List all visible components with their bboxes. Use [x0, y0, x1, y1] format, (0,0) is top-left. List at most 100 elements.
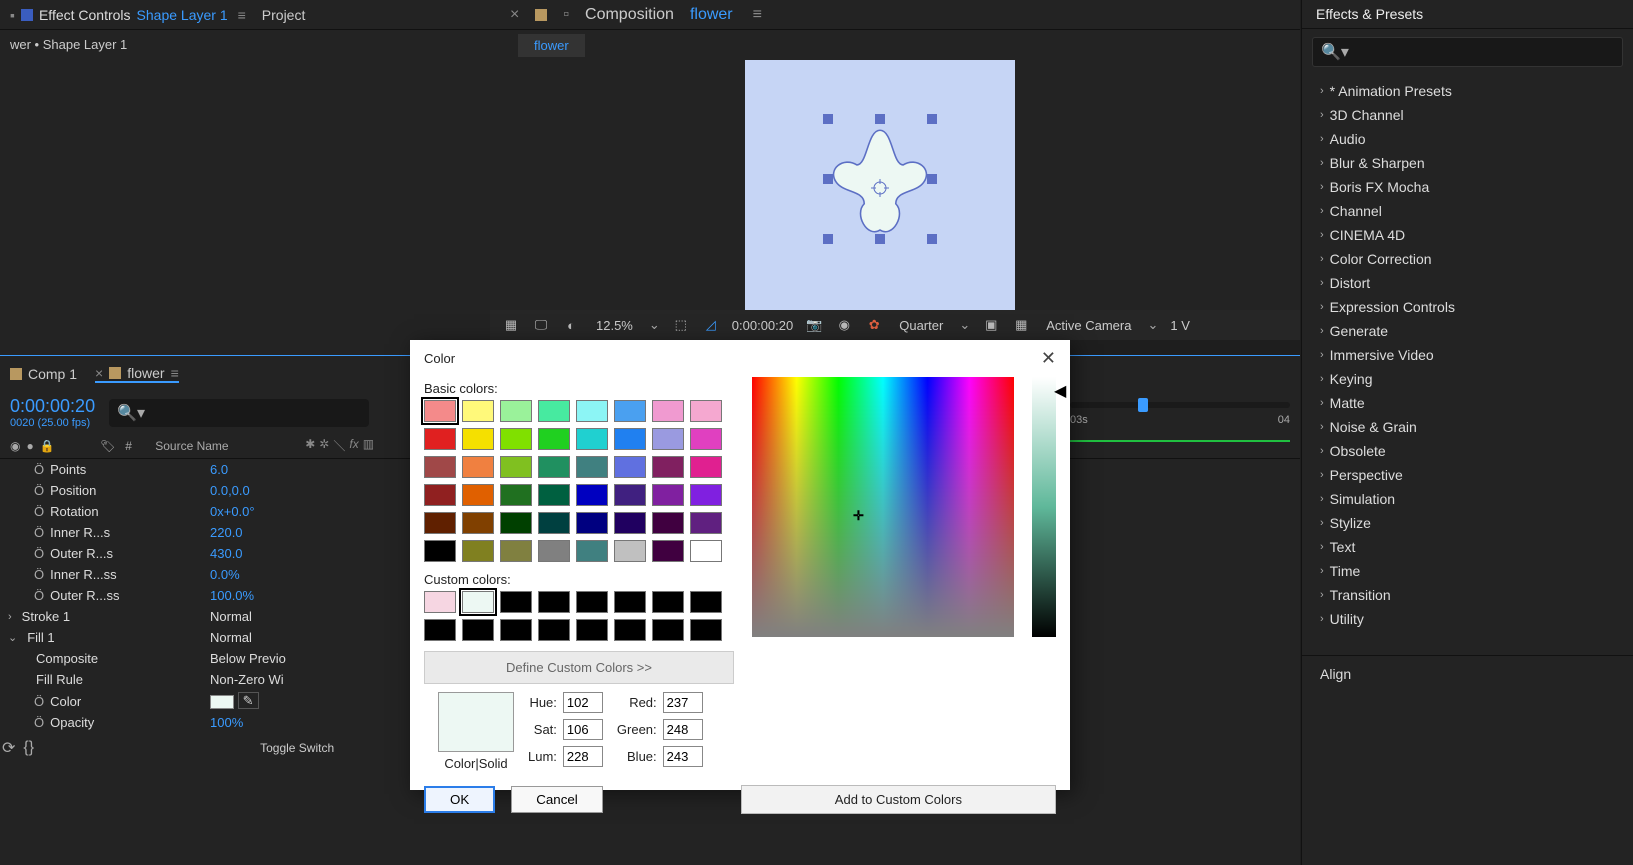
channel-icon[interactable]: ◉: [835, 316, 853, 334]
custom-color-swatch[interactable]: [500, 591, 532, 613]
basic-color-swatch[interactable]: [614, 540, 646, 562]
effects-category-item[interactable]: ›* Animation Presets: [1302, 79, 1633, 103]
custom-color-swatch[interactable]: [576, 619, 608, 641]
basic-color-swatch[interactable]: [424, 400, 456, 422]
basic-color-swatch[interactable]: [652, 428, 684, 450]
blue-input[interactable]: [663, 746, 703, 767]
panel-menu-icon[interactable]: ≡: [171, 365, 179, 381]
effects-category-item[interactable]: ›Immersive Video: [1302, 343, 1633, 367]
panel-menu-icon[interactable]: ≡: [753, 6, 762, 24]
mask-icon[interactable]: ◐: [562, 316, 580, 334]
collapse-icon[interactable]: ✲: [319, 437, 329, 454]
custom-color-swatch[interactable]: [500, 619, 532, 641]
render-icon[interactable]: ⟳: [2, 738, 15, 758]
shy-icon[interactable]: ✱: [305, 437, 315, 454]
basic-color-swatch[interactable]: [500, 456, 532, 478]
basic-color-swatch[interactable]: [614, 484, 646, 506]
roi-icon[interactable]: ⬚: [672, 316, 690, 334]
3d-view-icon[interactable]: ▦: [1012, 316, 1030, 334]
basic-color-swatch[interactable]: [462, 512, 494, 534]
stopwatch-icon[interactable]: Ö: [34, 588, 44, 603]
basic-color-swatch[interactable]: [652, 512, 684, 534]
timeline-tab-flower[interactable]: × flower ≡: [95, 365, 179, 383]
custom-color-swatch[interactable]: [614, 619, 646, 641]
prop-value[interactable]: 100%: [210, 715, 390, 730]
basic-color-swatch[interactable]: [538, 428, 570, 450]
resolution-select[interactable]: Quarter: [895, 316, 947, 335]
brace-icon[interactable]: {}: [23, 739, 34, 757]
fx-icon[interactable]: fx: [349, 437, 358, 454]
stopwatch-icon[interactable]: Ö: [34, 462, 44, 477]
lock-column-icon[interactable]: 🔒: [40, 439, 55, 453]
hue-input[interactable]: [563, 692, 603, 713]
timeline-ruler[interactable]: 03s 04: [1070, 388, 1290, 458]
add-to-custom-button[interactable]: Add to Custom Colors: [741, 785, 1056, 814]
basic-color-swatch[interactable]: [424, 428, 456, 450]
custom-color-swatch[interactable]: [538, 619, 570, 641]
stopwatch-icon[interactable]: Ö: [34, 546, 44, 561]
basic-color-swatch[interactable]: [576, 512, 608, 534]
red-input[interactable]: [663, 692, 703, 713]
effects-category-item[interactable]: ›Generate: [1302, 319, 1633, 343]
basic-color-swatch[interactable]: [538, 512, 570, 534]
eyedropper-icon[interactable]: ✎: [238, 692, 259, 709]
basic-color-swatch[interactable]: [690, 400, 722, 422]
grid-icon[interactable]: ▦: [502, 316, 520, 334]
basic-color-swatch[interactable]: [652, 484, 684, 506]
basic-color-swatch[interactable]: [462, 456, 494, 478]
effects-category-item[interactable]: ›Noise & Grain: [1302, 415, 1633, 439]
tab-layer-link[interactable]: Shape Layer 1: [137, 7, 228, 23]
effects-category-item[interactable]: ›Color Correction: [1302, 247, 1633, 271]
selection-handle[interactable]: [927, 174, 937, 184]
effects-category-item[interactable]: ›Expression Controls: [1302, 295, 1633, 319]
green-input[interactable]: [663, 719, 703, 740]
effects-category-item[interactable]: ›Distort: [1302, 271, 1633, 295]
lum-arrow-icon[interactable]: ◀: [1054, 381, 1066, 401]
view-count[interactable]: 1 V: [1170, 318, 1190, 333]
basic-color-swatch[interactable]: [424, 512, 456, 534]
color-crosshair[interactable]: ✛: [853, 508, 867, 522]
selection-handle[interactable]: [875, 114, 885, 124]
prop-value[interactable]: 6.0: [210, 462, 390, 477]
basic-color-swatch[interactable]: [576, 540, 608, 562]
monitor-icon[interactable]: 🖵: [532, 316, 550, 334]
prop-value[interactable]: 0.0%: [210, 567, 390, 582]
stopwatch-icon[interactable]: Ö: [34, 715, 44, 730]
basic-color-swatch[interactable]: [424, 540, 456, 562]
selection-handle[interactable]: [823, 114, 833, 124]
effects-search[interactable]: 🔍▾: [1312, 37, 1623, 67]
basic-color-swatch[interactable]: [538, 540, 570, 562]
basic-color-swatch[interactable]: [500, 400, 532, 422]
snapshot-icon[interactable]: 📷: [805, 316, 823, 334]
basic-color-swatch[interactable]: [462, 540, 494, 562]
basic-color-swatch[interactable]: [462, 428, 494, 450]
lum-input[interactable]: [563, 746, 603, 767]
basic-color-swatch[interactable]: [462, 400, 494, 422]
timeline-search[interactable]: 🔍▾: [109, 399, 369, 427]
effects-category-item[interactable]: ›Boris FX Mocha: [1302, 175, 1633, 199]
effects-category-item[interactable]: ›Simulation: [1302, 487, 1633, 511]
basic-color-swatch[interactable]: [538, 400, 570, 422]
close-icon[interactable]: ✕: [1041, 348, 1056, 369]
basic-color-swatch[interactable]: [576, 484, 608, 506]
effects-category-item[interactable]: ›Stylize: [1302, 511, 1633, 535]
effects-category-item[interactable]: ›CINEMA 4D: [1302, 223, 1633, 247]
effects-category-item[interactable]: ›Text: [1302, 535, 1633, 559]
basic-color-swatch[interactable]: [690, 512, 722, 534]
prop-value[interactable]: Non-Zero Wi: [210, 672, 390, 687]
eye-column-icon[interactable]: ◉: [10, 439, 20, 453]
panel-menu-icon[interactable]: ≡: [238, 7, 246, 23]
basic-color-swatch[interactable]: [690, 540, 722, 562]
source-name-column[interactable]: Source Name: [155, 439, 295, 453]
color-mgmt-icon[interactable]: ✿: [865, 316, 883, 334]
effects-category-item[interactable]: ›Time: [1302, 559, 1633, 583]
frame-blend-icon[interactable]: ▥: [363, 437, 374, 454]
stopwatch-icon[interactable]: Ö: [34, 567, 44, 582]
prop-value[interactable]: 430.0: [210, 546, 390, 561]
color-swatch[interactable]: [210, 695, 234, 709]
cancel-button[interactable]: Cancel: [511, 786, 603, 813]
playhead[interactable]: [1138, 398, 1148, 412]
basic-color-swatch[interactable]: [538, 456, 570, 478]
basic-color-swatch[interactable]: [690, 428, 722, 450]
effects-category-item[interactable]: ›Perspective: [1302, 463, 1633, 487]
